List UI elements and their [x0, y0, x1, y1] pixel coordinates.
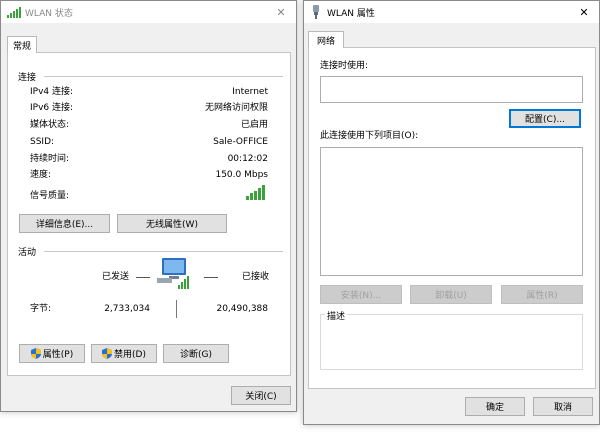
connection-section-heading: 连接 [18, 70, 283, 83]
signal-quality-label: 信号质量: [30, 191, 70, 201]
sent-label: 已发送 [102, 272, 130, 282]
received-dash [204, 277, 218, 278]
duration-label: 持续时间: [30, 154, 70, 164]
install-button[interactable]: 安装(N)... [320, 285, 402, 304]
wlan-status-dialog: WLAN 状态 ✕ 常规 连接 IPv4 连接: Internet IPv6 连… [0, 0, 297, 412]
network-tab-panel: 连接时使用: 配置(C)... 此连接使用下列项目(O): 安装(N)... 卸… [308, 47, 596, 389]
tab-network[interactable]: 网络 [308, 31, 344, 48]
props-window-title: WLAN 属性 [327, 8, 375, 19]
diagnose-button[interactable]: 诊断(G) [163, 344, 229, 363]
ok-button[interactable]: 确定 [465, 397, 525, 416]
uninstall-button[interactable]: 卸载(U) [410, 285, 492, 304]
description-group [320, 314, 583, 370]
status-close-icon[interactable]: ✕ [266, 1, 296, 23]
ipv6-label: IPv6 连接: [30, 103, 74, 113]
item-properties-button[interactable]: 属性(R) [501, 285, 583, 304]
sent-dash [136, 277, 150, 278]
speed-label: 速度: [30, 170, 52, 180]
connect-using-label: 连接时使用: [320, 61, 369, 71]
ipv6-value: 无网络访问权限 [204, 103, 268, 113]
status-window-title: WLAN 状态 [25, 8, 73, 19]
wireless-properties-button[interactable]: 无线属性(W) [117, 214, 227, 233]
cancel-button[interactable]: 取消 [533, 397, 593, 416]
bytes-divider [176, 300, 177, 318]
speed-value: 150.0 Mbps [215, 170, 268, 180]
uac-shield-icon [102, 348, 113, 359]
props-titlebar: WLAN 属性 ✕ [304, 1, 599, 23]
ssid-value: Sale-OFFICE [213, 137, 268, 147]
ipv4-label: IPv4 连接: [30, 87, 74, 97]
status-titlebar: WLAN 状态 ✕ [1, 1, 296, 23]
media-state-value: 已启用 [240, 120, 268, 130]
disable-button[interactable]: 禁用(D) [91, 344, 157, 363]
bytes-received-value: 20,490,388 [216, 304, 268, 314]
items-label: 此连接使用下列项目(O): [320, 131, 419, 141]
details-button[interactable]: 详细信息(E)... [19, 214, 110, 233]
network-adapter-icon [313, 5, 319, 19]
signal-quality-icon [246, 185, 265, 200]
duration-value: 00:12:02 [227, 154, 268, 164]
components-list[interactable] [320, 147, 583, 276]
properties-button[interactable]: 属性(P) [19, 344, 85, 363]
wlan-properties-dialog: WLAN 属性 ✕ 网络 连接时使用: 配置(C)... 此连接使用下列项目(O… [303, 0, 600, 425]
tab-general[interactable]: 常规 [7, 36, 37, 53]
media-state-label: 媒体状态: [30, 120, 70, 130]
uac-shield-icon [30, 348, 41, 359]
props-close-icon[interactable]: ✕ [569, 1, 599, 23]
received-label: 已接收 [242, 272, 270, 282]
network-computer-icon [157, 258, 189, 289]
adapter-name-field [320, 76, 583, 103]
wifi-signal-icon [7, 6, 21, 18]
configure-button[interactable]: 配置(C)... [509, 109, 581, 128]
activity-section-heading: 活动 [18, 245, 283, 258]
general-tab-panel: 连接 IPv4 连接: Internet IPv6 连接: 无网络访问权限 媒体… [7, 52, 291, 376]
bytes-sent-value: 2,733,034 [104, 304, 150, 314]
ipv4-value: Internet [232, 87, 268, 97]
description-label: 描述 [325, 309, 348, 322]
bytes-label: 字节: [30, 304, 52, 314]
ssid-label: SSID: [30, 137, 55, 147]
close-button[interactable]: 关闭(C) [231, 386, 291, 405]
